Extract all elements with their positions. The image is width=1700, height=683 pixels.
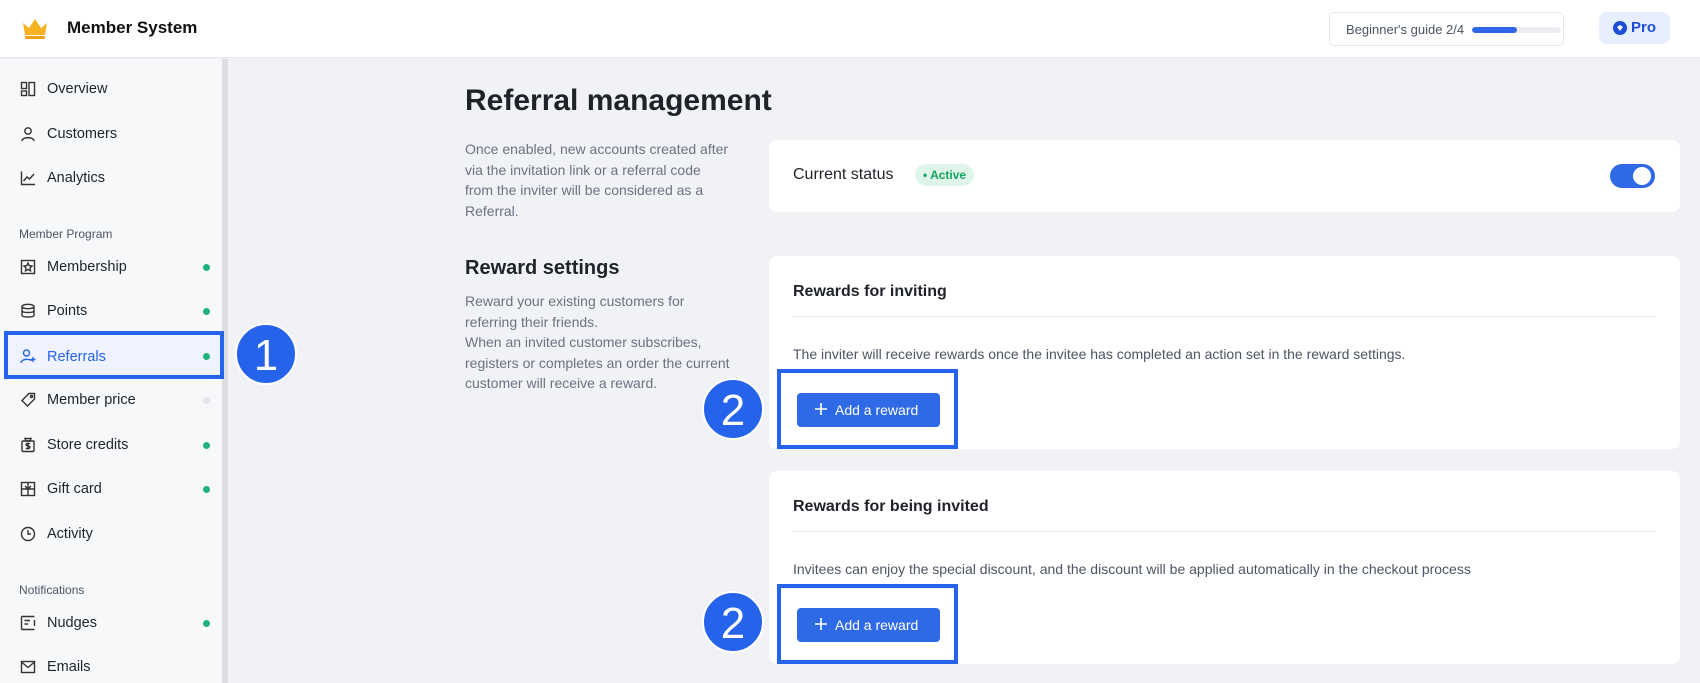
tag-icon xyxy=(21,392,36,407)
intro-line: Referral. xyxy=(465,202,519,219)
crown-icon xyxy=(23,19,47,39)
status-dot xyxy=(203,264,210,271)
sidebar: Overview Customers Analytics Member Prog… xyxy=(0,59,228,683)
reward-line: When an invited customer subscribes, xyxy=(465,334,702,350)
person-icon xyxy=(21,127,35,142)
sidebar-item-label: Activity xyxy=(47,526,93,542)
status-dot xyxy=(203,442,210,449)
status-dot xyxy=(203,397,210,404)
status-dot xyxy=(203,620,210,627)
button-label: Add a reward xyxy=(835,402,919,418)
sidebar-item-label: Gift card xyxy=(47,481,102,497)
guide-progress-bar xyxy=(1472,27,1561,33)
sidebar-item-analytics[interactable]: Analytics xyxy=(8,159,220,197)
sidebar-item-overview[interactable]: Overview xyxy=(8,70,220,108)
database-icon xyxy=(21,303,35,318)
step-badge-2: 2 xyxy=(702,591,764,653)
top-header: Member System Beginner's guide 2/4 Pro xyxy=(0,0,1700,58)
pro-plan-button[interactable]: Pro xyxy=(1599,12,1670,44)
clock-icon xyxy=(20,526,36,542)
sidebar-item-label: Member price xyxy=(47,392,136,408)
sidebar-item-label: Membership xyxy=(47,259,127,275)
button-label: Add a reward xyxy=(835,617,919,633)
intro-line: via the invitation link or a referral co… xyxy=(465,161,701,178)
pro-diamond-icon xyxy=(1613,21,1627,35)
add-reward-button[interactable]: Add a reward xyxy=(797,393,940,427)
intro-line: Once enabled, new accounts created after xyxy=(465,141,729,157)
status-badge: • Active xyxy=(915,164,975,186)
reward-settings-description: Reward your existing customers for refer… xyxy=(465,291,735,394)
toggle-knob xyxy=(1633,167,1651,185)
rewards-for-inviting-card: Rewards for inviting The inviter will re… xyxy=(769,256,1680,449)
sidebar-item-label: Emails xyxy=(47,659,91,675)
guide-progress-fill xyxy=(1472,27,1517,33)
sidebar-item-label: Nudges xyxy=(47,615,97,631)
sidebar-item-membership[interactable]: Membership xyxy=(8,248,220,286)
highlight-box: Add a reward xyxy=(777,584,958,664)
sidebar-item-label: Points xyxy=(47,303,88,319)
gift-card-icon xyxy=(20,481,36,497)
plus-icon xyxy=(815,618,827,630)
guide-label: Beginner's guide 2/4 xyxy=(1346,22,1465,37)
status-dot xyxy=(203,308,210,315)
plus-icon xyxy=(815,403,827,415)
intro-line: from the inviter will be considered as a xyxy=(465,182,704,198)
divider xyxy=(793,531,1656,532)
step-badge-1: 1 xyxy=(235,323,297,385)
page-title: Referral management xyxy=(465,84,772,117)
nudge-icon xyxy=(20,615,36,631)
sidebar-item-gift-card[interactable]: Gift card xyxy=(8,470,220,508)
sidebar-item-member-price[interactable]: Member price xyxy=(8,381,220,419)
app-title: Member System xyxy=(67,18,198,37)
highlight-box: Add a reward xyxy=(777,369,958,449)
dollar-bag-icon xyxy=(21,437,35,453)
section-label-notifications: Notifications xyxy=(19,583,85,597)
card-description: The inviter will receive rewards once th… xyxy=(793,346,1406,362)
card-title: Rewards for inviting xyxy=(793,283,947,300)
divider xyxy=(793,316,1656,317)
add-reward-button[interactable]: Add a reward xyxy=(797,608,940,642)
sidebar-item-store-credits[interactable]: Store credits xyxy=(8,426,220,464)
sidebar-item-nudges[interactable]: Nudges xyxy=(8,604,220,642)
status-dot xyxy=(203,353,210,360)
dashboard-icon xyxy=(20,81,36,97)
pro-label: Pro xyxy=(1631,19,1657,36)
reward-line: Reward your existing customers for xyxy=(465,293,685,309)
sidebar-item-label: Referrals xyxy=(47,349,106,365)
add-user-icon xyxy=(20,349,36,364)
sidebar-item-referrals[interactable]: Referrals xyxy=(4,331,224,379)
section-label-member-program: Member Program xyxy=(19,227,113,241)
rewards-for-being-invited-card: Rewards for being invited Invitees can e… xyxy=(769,471,1680,664)
sidebar-item-label: Store credits xyxy=(47,437,129,453)
sidebar-item-emails[interactable]: Emails xyxy=(8,648,220,683)
intro-description: Once enabled, new accounts created after… xyxy=(465,139,735,221)
sidebar-item-label: Analytics xyxy=(47,170,106,186)
badge-icon xyxy=(20,259,36,275)
status-label: Current status xyxy=(793,166,894,183)
sidebar-item-activity[interactable]: Activity xyxy=(8,515,220,553)
reward-line: referring their friends. xyxy=(465,313,599,330)
status-card: Current status • Active xyxy=(769,140,1680,212)
reward-settings-title: Reward settings xyxy=(465,257,620,279)
card-description: Invitees can enjoy the special discount,… xyxy=(793,561,1471,577)
line-chart-icon xyxy=(20,171,35,186)
referral-toggle[interactable] xyxy=(1610,164,1655,188)
card-title: Rewards for being invited xyxy=(793,498,989,515)
sidebar-item-label: Overview xyxy=(47,81,108,97)
mail-icon xyxy=(20,660,36,674)
reward-line: customer will receive a reward. xyxy=(465,375,658,391)
sidebar-item-customers[interactable]: Customers xyxy=(8,115,220,153)
sidebar-item-label: Customers xyxy=(47,126,118,142)
status-dot xyxy=(203,486,210,493)
reward-line: registers or completes an order the curr… xyxy=(465,354,730,371)
sidebar-item-points[interactable]: Points xyxy=(8,292,220,330)
beginners-guide[interactable]: Beginner's guide 2/4 xyxy=(1329,12,1564,46)
